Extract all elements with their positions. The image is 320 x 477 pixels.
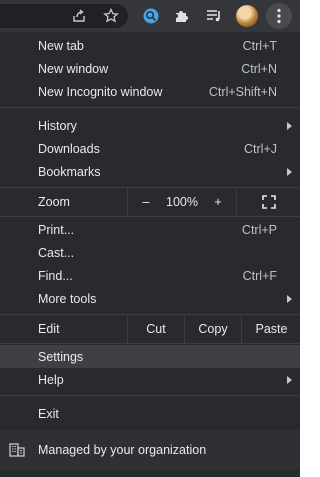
menu-item-downloads[interactable]: Downloads Ctrl+J (0, 137, 300, 160)
menu-item-label: Bookmarks (38, 164, 101, 179)
zoom-in-label: + (214, 195, 222, 209)
menu-separator (0, 343, 300, 344)
menu-item-label: Settings (38, 349, 84, 364)
submenu-arrow-icon (287, 376, 292, 384)
zoom-out-button[interactable]: – (127, 188, 164, 216)
menu-item-new-tab[interactable]: New tab Ctrl+T (0, 34, 300, 57)
menu-item-label: More tools (38, 291, 97, 306)
menu-item-label: Downloads (38, 141, 100, 156)
menu-item-history[interactable]: History (0, 114, 300, 137)
submenu-arrow-icon (287, 295, 292, 303)
copy-button[interactable]: Copy (184, 315, 241, 343)
menu-item-new-window[interactable]: New window Ctrl+N (0, 57, 300, 80)
share-icon[interactable] (69, 6, 89, 26)
menu-item-print[interactable]: Print... Ctrl+P (0, 218, 300, 241)
menu-item-label: Find... (38, 268, 73, 283)
shortcut-label: Ctrl+N (241, 61, 277, 76)
menu-item-label: New Incognito window (38, 84, 163, 99)
shortcut-label: Ctrl+T (242, 38, 277, 53)
fullscreen-button[interactable] (236, 188, 301, 216)
zoom-value: 100% (166, 195, 198, 209)
managed-by-organization[interactable]: Managed by your organization (0, 430, 300, 470)
extensions-icon[interactable] (172, 6, 192, 26)
zoom-row: Zoom – 100% + (0, 188, 300, 216)
submenu-arrow-icon (287, 122, 292, 130)
chrome-main-menu: New tab Ctrl+T New window Ctrl+N New Inc… (0, 32, 300, 477)
edit-label: Edit (38, 322, 60, 336)
menu-item-more-tools[interactable]: More tools (0, 287, 300, 310)
menu-item-settings[interactable]: Settings (0, 345, 300, 368)
menu-item-bookmarks[interactable]: Bookmarks (0, 160, 300, 183)
menu-item-label: History (38, 118, 77, 133)
menu-item-label: Exit (38, 406, 59, 421)
zoom-label: Zoom (38, 195, 70, 209)
menu-separator (0, 395, 300, 396)
paste-label: Paste (255, 322, 288, 336)
cut-button[interactable]: Cut (127, 315, 184, 343)
menu-item-label: Help (38, 372, 64, 387)
zoom-in-button[interactable]: + (201, 188, 235, 216)
menu-item-exit[interactable]: Exit (0, 402, 300, 425)
paste-button[interactable]: Paste (241, 315, 301, 343)
fullscreen-icon (262, 195, 276, 209)
menu-item-label: New window (38, 61, 109, 76)
menu-item-new-incognito-window[interactable]: New Incognito window Ctrl+Shift+N (0, 80, 300, 103)
menu-item-cast[interactable]: Cast... (0, 241, 300, 264)
copy-label: Copy (198, 322, 228, 336)
search-extension-icon[interactable] (141, 6, 161, 26)
reading-list-icon[interactable] (204, 6, 224, 26)
shortcut-label: Ctrl+F (242, 268, 277, 283)
shortcut-label: Ctrl+J (244, 141, 277, 156)
submenu-arrow-icon (287, 168, 292, 176)
star-icon[interactable] (101, 6, 121, 26)
browser-toolbar (0, 0, 309, 32)
menu-separator (0, 216, 300, 217)
menu-item-find[interactable]: Find... Ctrl+F (0, 264, 300, 287)
zoom-out-label: – (142, 195, 150, 209)
zoom-level: 100% (164, 188, 200, 216)
cut-label: Cut (146, 322, 166, 336)
shortcut-label: Ctrl+P (241, 222, 277, 237)
menu-item-label: Print... (38, 222, 75, 237)
edit-row: Edit Cut Copy Paste (0, 315, 300, 343)
profile-avatar[interactable] (236, 5, 258, 27)
more-vert-icon[interactable] (266, 3, 292, 29)
toolbar-background (0, 0, 300, 32)
managed-label: Managed by your organization (38, 443, 207, 457)
menu-item-label: New tab (38, 38, 84, 53)
building-icon (9, 443, 25, 457)
shortcut-label: Ctrl+Shift+N (208, 84, 277, 99)
menu-item-label: Cast... (38, 245, 75, 260)
menu-separator (0, 107, 300, 108)
menu-item-help[interactable]: Help (0, 368, 300, 391)
